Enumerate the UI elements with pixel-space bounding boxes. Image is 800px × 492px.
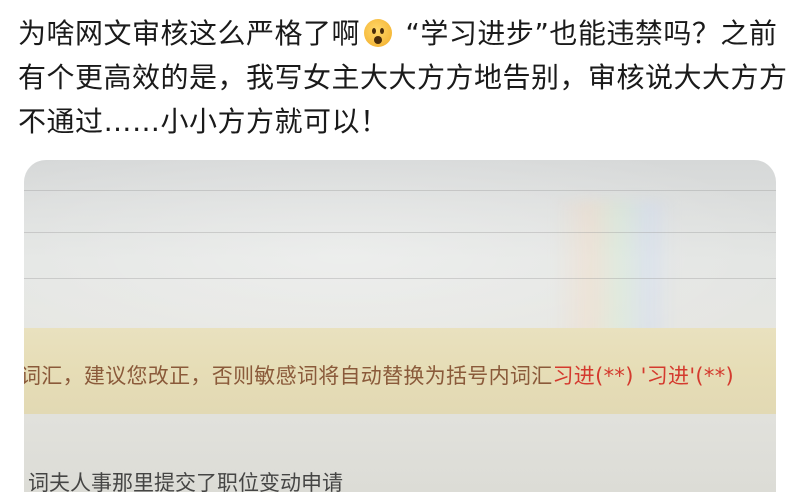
- post-text-start: 为啥网文审核这么严格了啊: [18, 17, 361, 50]
- warning-term-1: 习进(**): [552, 364, 634, 388]
- post-text: 为啥网文审核这么严格了啊 “学习进步”也能违禁吗？之前有个更高效的是，我写女主大…: [18, 12, 788, 144]
- warning-term-2: '习进'(**): [640, 364, 735, 388]
- warning-message: 词汇，建议您改正，否则敏感词将自动替换为括号内词汇习进(**) '习进'(**): [24, 360, 734, 390]
- astonished-face-icon: [364, 19, 393, 47]
- cut-off-text-line: 词夫人事那里提交了职位变动申请: [28, 471, 343, 492]
- photo-of-screen[interactable]: 词汇，建议您改正，否则敏感词将自动替换为括号内词汇习进(**) '习进'(**)…: [24, 160, 776, 492]
- warning-prefix: 词汇，建议您改正，否则敏感词将自动替换为括号内词汇: [24, 364, 553, 388]
